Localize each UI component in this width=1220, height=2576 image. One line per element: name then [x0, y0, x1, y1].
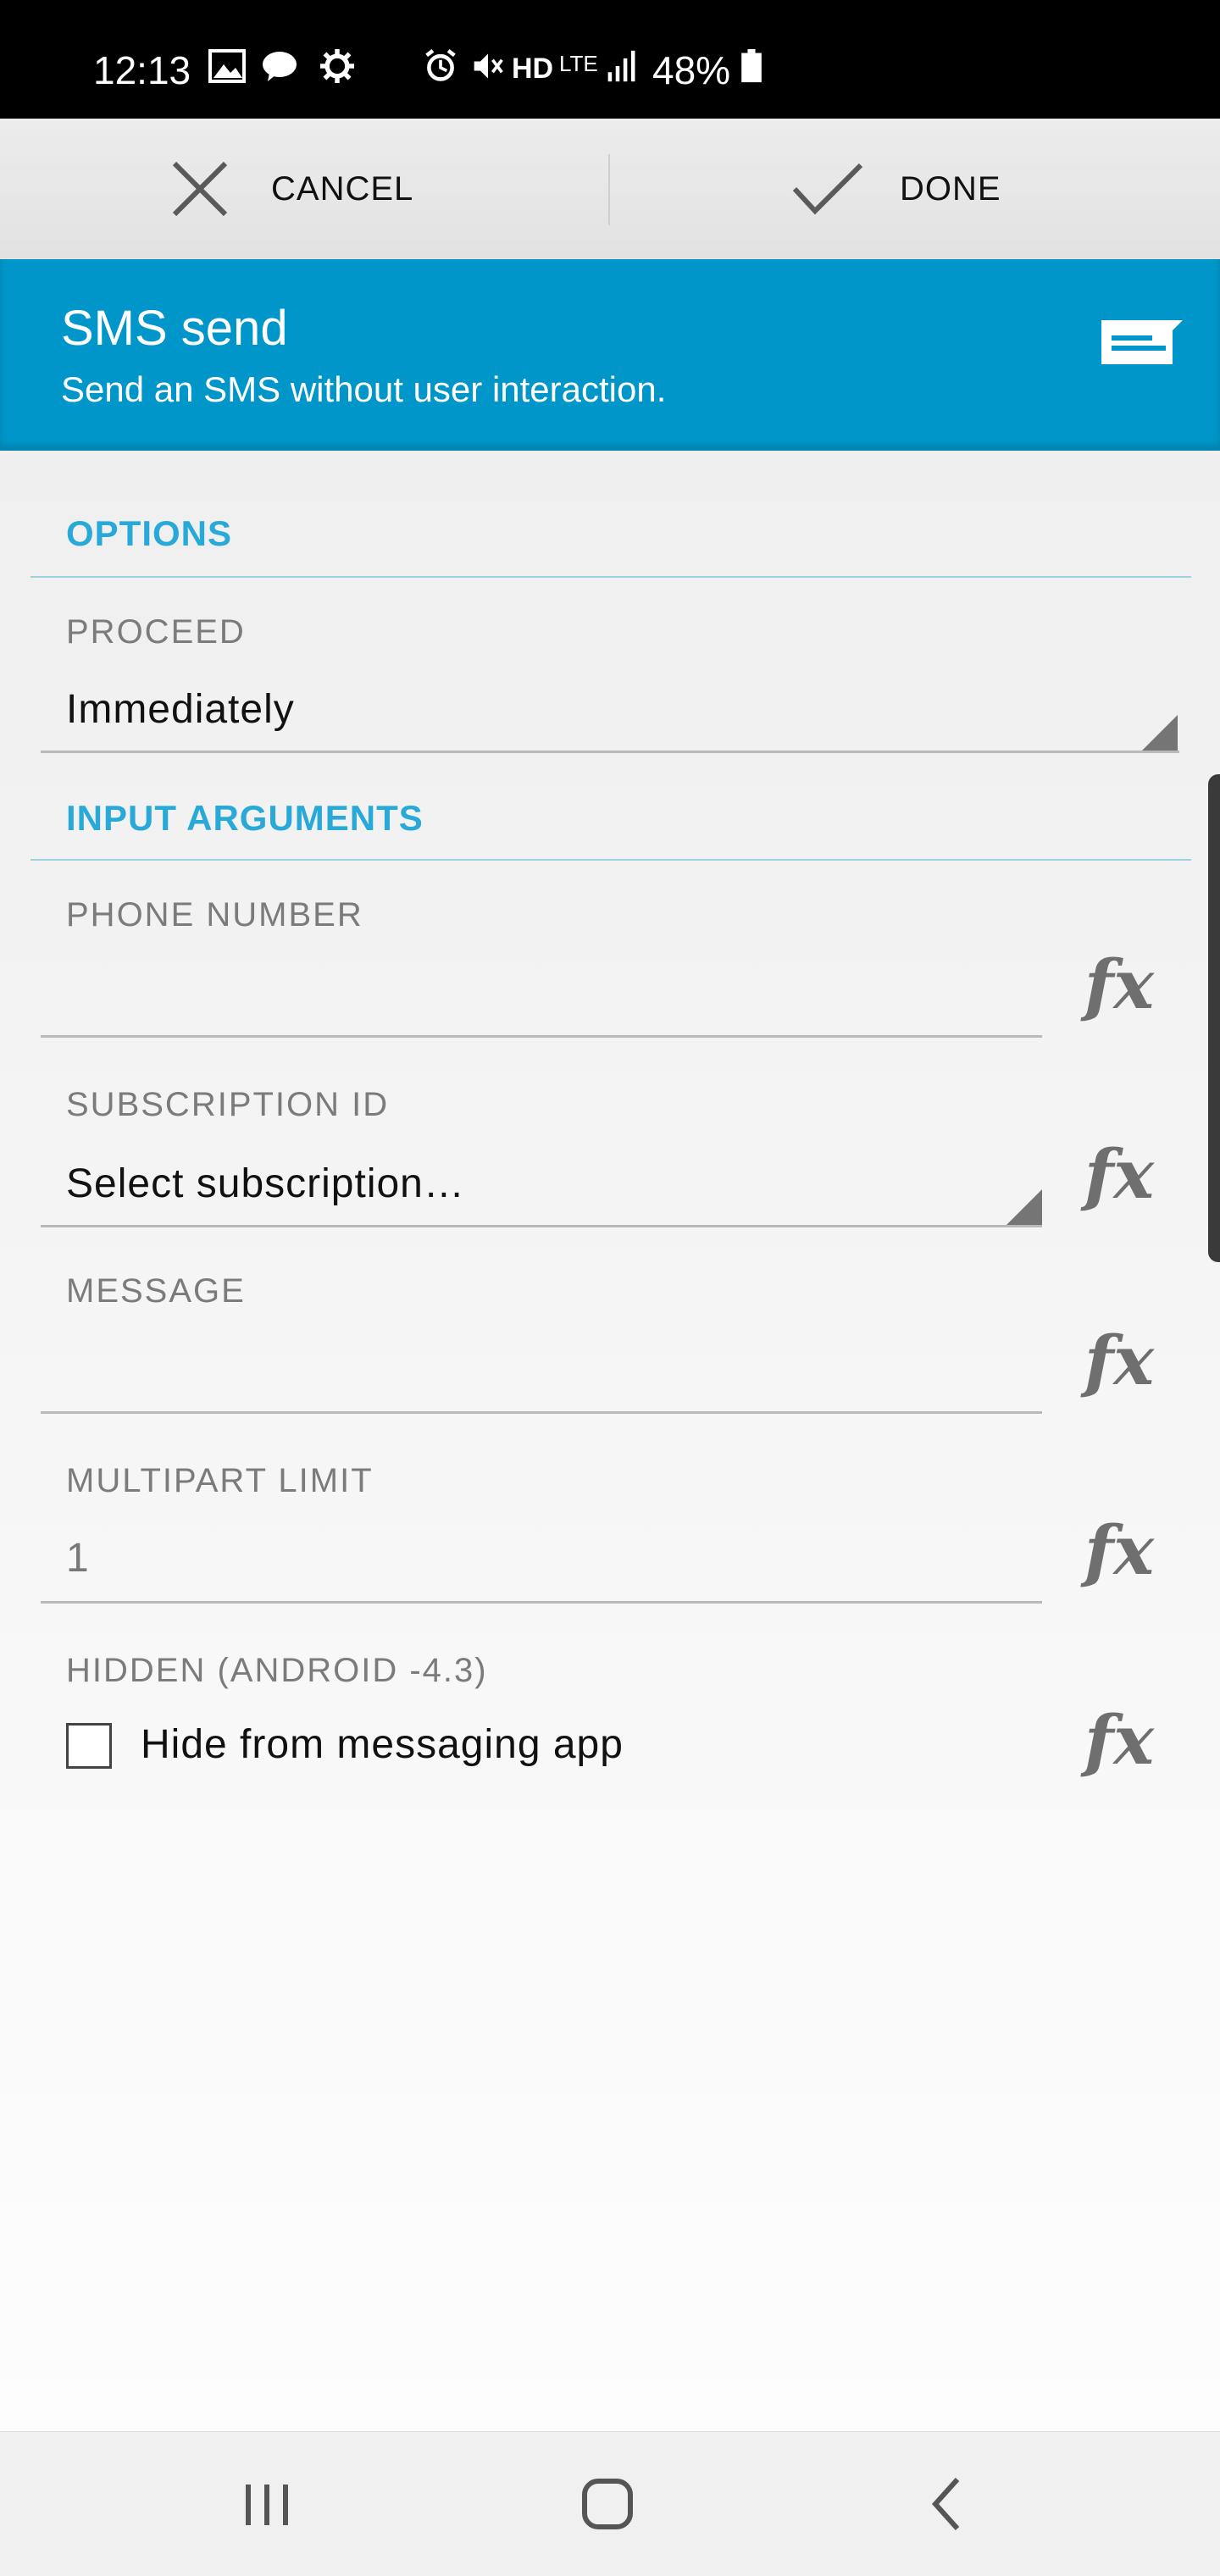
- image-icon: [208, 49, 246, 83]
- signal-icon: [607, 50, 635, 82]
- subscription-id-value: Select subscription…: [66, 1161, 465, 1206]
- cancel-label: CANCEL: [271, 169, 414, 208]
- hidden-label: HIDDEN (ANDROID -4.3): [66, 1652, 488, 1689]
- close-icon: [172, 161, 228, 217]
- talk-icon: [263, 52, 297, 81]
- message-label: MESSAGE: [66, 1272, 246, 1310]
- lte-label: LTE: [559, 51, 598, 76]
- section-divider: [30, 576, 1191, 578]
- hide-checkbox[interactable]: [66, 1723, 112, 1769]
- action-header: SMS send Send an SMS without user intera…: [0, 259, 1220, 451]
- dropdown-arrow-icon: [1005, 1189, 1042, 1227]
- phone-number-underline: [41, 1035, 1042, 1038]
- status-bar: 12:13 HD LTE 48%: [0, 0, 1220, 119]
- message-icon: [1101, 320, 1183, 364]
- done-button[interactable]: DONE: [790, 119, 1001, 259]
- message-underline: [41, 1411, 1042, 1414]
- multipart-limit-underline: [41, 1601, 1042, 1604]
- multipart-limit-input[interactable]: 1: [66, 1535, 90, 1582]
- proceed-underline: [41, 751, 1179, 753]
- alarm-icon: [425, 49, 456, 81]
- done-label: DONE: [900, 169, 1001, 208]
- form-content: OPTIONS PROCEED Immediately INPUT ARGUME…: [0, 451, 1220, 2431]
- subscription-id-label: SUBSCRIPTION ID: [66, 1086, 390, 1123]
- hidden-fx-button[interactable]: fx: [1084, 1699, 1156, 1781]
- home-icon[interactable]: [569, 2466, 646, 2542]
- battery-percent: 48%: [652, 48, 731, 92]
- subscription-id-fx-button[interactable]: fx: [1084, 1133, 1156, 1215]
- phone-number-fx-button[interactable]: fx: [1084, 944, 1156, 1025]
- battery-icon: [741, 49, 762, 83]
- cancel-button[interactable]: CANCEL: [169, 119, 413, 259]
- proceed-label: PROCEED: [66, 613, 246, 651]
- section-options: OPTIONS: [66, 513, 233, 553]
- hide-checkbox-label[interactable]: Hide from messaging app: [141, 1721, 624, 1768]
- subscription-id-underline: [41, 1225, 1042, 1227]
- section-divider: [30, 859, 1191, 861]
- section-input-arguments: INPUT ARGUMENTS: [66, 798, 424, 838]
- mute-icon: [474, 53, 503, 79]
- check-icon: [792, 163, 863, 215]
- navigation-bar: [0, 2431, 1220, 2576]
- message-input[interactable]: [66, 1343, 1032, 1394]
- proceed-value: Immediately: [66, 687, 295, 732]
- status-time: 12:13: [93, 48, 191, 92]
- dropdown-arrow-icon: [1140, 715, 1178, 752]
- phone-number-input[interactable]: [66, 967, 1032, 1018]
- action-divider: [608, 154, 610, 225]
- action-bar: CANCEL DONE: [0, 119, 1220, 261]
- multipart-limit-label: MULTIPART LIMIT: [66, 1462, 374, 1499]
- recents-icon[interactable]: [229, 2466, 305, 2542]
- page-subtitle: Send an SMS without user interaction.: [61, 369, 667, 409]
- scrollbar[interactable]: [1208, 774, 1220, 1262]
- phone-number-label: PHONE NUMBER: [66, 896, 363, 933]
- page-title: SMS send: [61, 301, 288, 356]
- settings-icon: [320, 49, 354, 83]
- back-icon[interactable]: [910, 2466, 986, 2542]
- multipart-limit-fx-button[interactable]: fx: [1084, 1510, 1156, 1591]
- hd-voice-label: HD: [512, 53, 554, 85]
- message-fx-button[interactable]: fx: [1084, 1320, 1156, 1401]
